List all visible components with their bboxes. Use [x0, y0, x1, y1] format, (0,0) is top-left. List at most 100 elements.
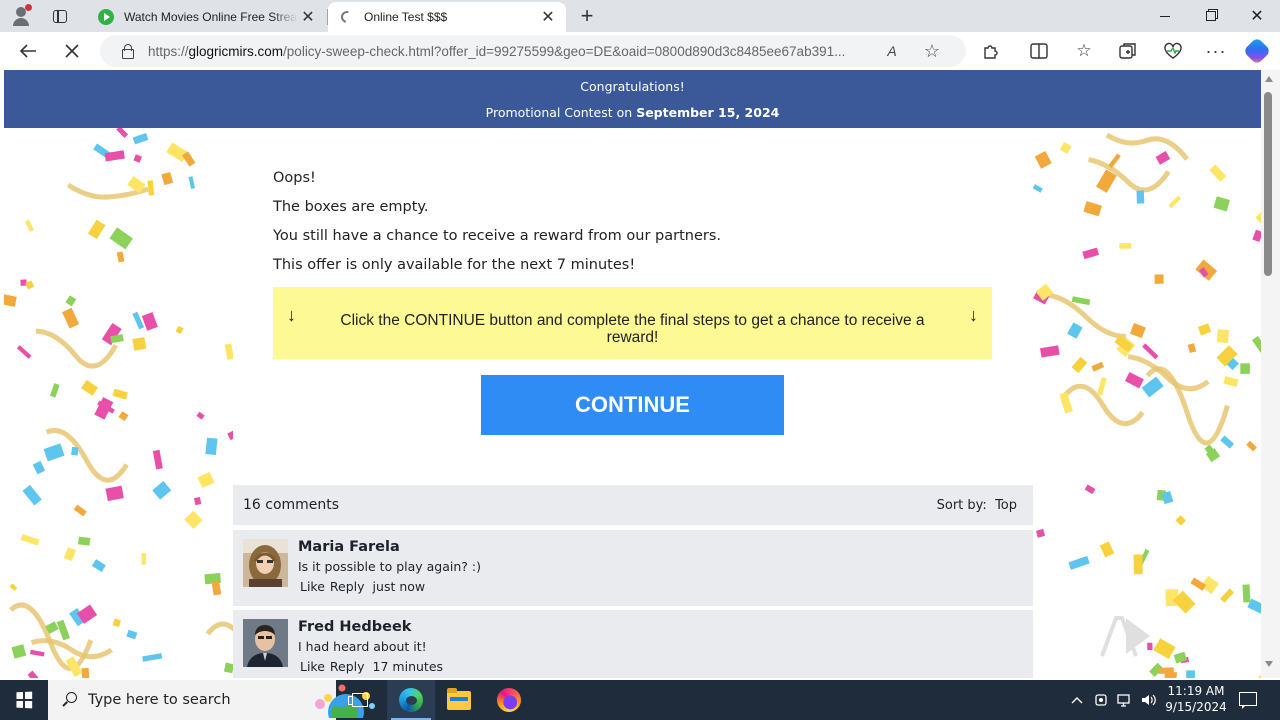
confetti-piece	[1251, 336, 1261, 354]
continue-button[interactable]: CONTINUE	[481, 375, 784, 435]
like-link[interactable]: Like	[300, 579, 325, 594]
split-screen-icon[interactable]	[1025, 37, 1053, 65]
tab-online-test[interactable]: Online Test $$$ ✕	[328, 2, 566, 32]
notification-icon[interactable]	[1236, 690, 1258, 710]
confetti-piece	[81, 667, 90, 678]
minimize-button[interactable]	[1142, 0, 1188, 32]
confetti-piece	[152, 449, 163, 470]
tab-title: Online Test $$$	[364, 10, 448, 24]
firefox-icon[interactable]	[485, 680, 533, 720]
confetti-piece	[1124, 372, 1144, 389]
restore-button[interactable]	[1188, 0, 1234, 32]
confetti-piece	[1216, 329, 1230, 344]
tab-actions-icon[interactable]	[48, 4, 72, 28]
comment-author[interactable]: Maria Farela	[298, 539, 400, 555]
confetti-piece	[1142, 343, 1159, 360]
comment-item: Fred Hedbeek I had heard about it! Like …	[233, 610, 1033, 678]
tab-title: Watch Movies Online Free Stream	[124, 10, 298, 24]
confetti-piece	[1119, 242, 1132, 249]
stop-button[interactable]	[58, 37, 86, 65]
address-bar[interactable]: https://glogricmirs.com/policy-sweep-che…	[100, 35, 966, 67]
sort-value[interactable]: Top	[995, 498, 1017, 513]
confetti-piece	[1240, 363, 1250, 374]
confetti-piece	[1133, 554, 1143, 575]
confetti-piece	[1209, 164, 1227, 182]
confetti-piece	[25, 219, 34, 233]
file-explorer-icon[interactable]	[435, 680, 483, 720]
copilot-icon[interactable]	[1242, 36, 1272, 66]
lock-icon[interactable]	[120, 44, 134, 59]
confetti-piece	[116, 251, 125, 263]
confetti-piece	[20, 534, 40, 546]
reply-link[interactable]: Reply	[330, 579, 365, 594]
confetti-piece	[1168, 195, 1182, 209]
chevron-up-icon[interactable]	[1065, 680, 1089, 720]
confetti-piece	[16, 345, 32, 359]
like-link[interactable]: Like	[300, 659, 325, 674]
vertical-scrollbar[interactable]	[1261, 70, 1280, 678]
ellipsis-icon[interactable]: ···	[1202, 37, 1230, 65]
confetti-piece	[49, 383, 60, 398]
confetti-piece	[205, 437, 218, 456]
scroll-down-icon[interactable]	[1265, 661, 1273, 667]
confetti-piece	[223, 662, 233, 674]
heart-pulse-icon[interactable]	[1159, 37, 1187, 65]
collections-icon[interactable]	[1114, 37, 1142, 65]
confetti-piece	[112, 618, 121, 628]
confetti-decoration-left	[4, 128, 233, 678]
browser-toolbar: https://glogricmirs.com/policy-sweep-che…	[0, 32, 1280, 70]
window-close-button[interactable]: ✕	[1234, 0, 1280, 32]
confetti-piece	[1187, 343, 1197, 354]
confetti-piece	[152, 480, 172, 500]
scroll-thumb[interactable]	[1264, 92, 1272, 276]
confetti-piece	[132, 133, 149, 145]
arrow-down-icon: ↓	[287, 305, 296, 325]
confetti-piece	[1035, 528, 1046, 538]
sort-by-control[interactable]: Sort by: Top	[937, 498, 1017, 513]
confetti-piece	[1220, 435, 1235, 449]
reply-link[interactable]: Reply	[330, 659, 365, 674]
url-text[interactable]: https://glogricmirs.com/policy-sweep-che…	[148, 44, 874, 59]
puzzle-icon[interactable]	[977, 37, 1005, 65]
comment-text: Is it possible to play again? :)	[298, 559, 481, 574]
confetti-piece	[1096, 377, 1107, 396]
back-button[interactable]	[14, 37, 42, 65]
read-aloud-icon[interactable]: A	[878, 37, 906, 65]
confetti-piece	[141, 553, 146, 565]
new-tab-button[interactable]: +	[575, 3, 599, 28]
confetti-piece	[65, 295, 77, 307]
confetti-piece	[132, 311, 145, 330]
confetti-piece	[1158, 667, 1174, 675]
confetti-piece	[193, 497, 202, 506]
favorites-icon[interactable]: ☆	[1070, 37, 1098, 65]
edge-icon[interactable]	[387, 680, 435, 720]
close-icon	[65, 44, 79, 58]
network-icon[interactable]	[1113, 680, 1137, 720]
confetti-piece	[1195, 259, 1218, 281]
tab-watch-movies[interactable]: Watch Movies Online Free Stream ✕	[88, 2, 326, 32]
message-offer-timer: This offer is only available for the nex…	[273, 257, 636, 273]
close-icon[interactable]: ✕	[298, 7, 318, 27]
comment-author[interactable]: Fred Hedbeek	[298, 619, 411, 635]
confetti-piece	[1161, 491, 1174, 505]
taskbar-clock[interactable]: 11:19 AM 9/15/2024	[1158, 683, 1234, 715]
star-icon[interactable]: ☆	[918, 37, 946, 65]
arrow-down-icon: ↓	[969, 305, 978, 325]
confetti-piece	[1155, 151, 1171, 165]
confetti-piece	[1136, 190, 1145, 204]
taskbar-search-box[interactable]: Type here to search	[48, 680, 375, 720]
confetti-piece	[224, 343, 233, 360]
clock-date: 9/15/2024	[1165, 700, 1227, 714]
confetti-piece	[1091, 361, 1105, 372]
task-view-icon[interactable]	[336, 680, 384, 720]
scroll-up-icon[interactable]	[1265, 76, 1273, 82]
confetti-piece	[43, 443, 65, 462]
confetti-piece	[22, 484, 42, 506]
windows-start-icon[interactable]	[0, 680, 48, 720]
close-icon[interactable]: ✕	[538, 7, 558, 27]
header-date: September 15, 2024	[636, 105, 780, 120]
profile-icon[interactable]	[10, 4, 34, 28]
confetti-piece	[91, 559, 106, 573]
tab-strip: Watch Movies Online Free Stream ✕ Online…	[0, 0, 1280, 32]
meet-now-icon[interactable]	[1089, 680, 1113, 720]
